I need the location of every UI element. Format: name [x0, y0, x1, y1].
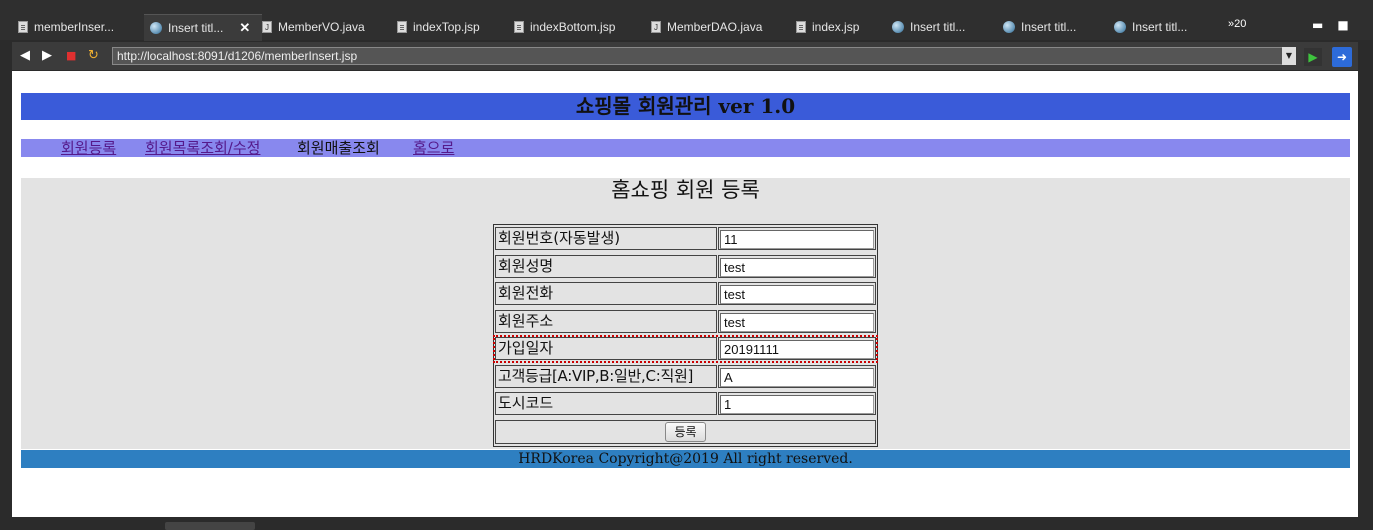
tab-indextop-jsp[interactable]: indexTop.jsp	[397, 14, 480, 40]
form-row-member-address: 회원주소	[494, 308, 877, 336]
menu-member-sales: 회원매출조회	[297, 139, 380, 157]
tab-label: Insert titl...	[1021, 20, 1077, 34]
tab-label: index.jsp	[812, 20, 860, 34]
field-label: 도시코드	[495, 392, 717, 415]
member-no-input[interactable]	[720, 230, 874, 249]
globe-icon	[892, 21, 904, 33]
field-label: 회원주소	[495, 309, 717, 333]
field-cell	[718, 337, 876, 360]
tab-insert-title-3[interactable]: Insert titl...	[1003, 14, 1076, 40]
globe-icon	[1114, 21, 1126, 33]
refresh-icon[interactable]: ↻	[88, 49, 99, 63]
tab-index-jsp[interactable]: index.jsp	[796, 14, 859, 40]
form-row-member-name: 회원성명	[494, 253, 877, 281]
open-external-icon[interactable]: ➜	[1332, 47, 1352, 67]
editor-tab-bar: memberInser... Insert titl... ✕ MemberVO…	[0, 0, 1373, 41]
tab-label: Insert titl...	[168, 21, 224, 35]
tab-label: Insert titl...	[1132, 20, 1188, 34]
tab-insert-title-2[interactable]: Insert titl...	[892, 14, 965, 40]
tab-insert-title-active[interactable]: Insert titl... ✕	[144, 14, 262, 41]
java-file-icon	[651, 21, 661, 33]
city-code-input[interactable]	[720, 395, 874, 414]
java-file-icon	[262, 21, 272, 33]
forward-arrow-icon[interactable]: ▶	[42, 49, 52, 63]
field-cell	[718, 392, 876, 415]
jsp-file-icon	[18, 21, 28, 33]
field-label: 회원성명	[495, 254, 717, 278]
form-row-member-phone: 회원전화	[494, 280, 877, 308]
member-address-input[interactable]	[720, 312, 874, 332]
tab-membervo-java[interactable]: MemberVO.java	[262, 14, 365, 40]
jsp-file-icon	[796, 21, 806, 33]
browser-viewport: 쇼핑몰 회원관리 ver 1.0 회원등록 회원목록조회/수정 회원매출조회 홈…	[12, 71, 1358, 517]
form-row-grade: 고객등급[A:VIP,B:일반,C:직원]	[494, 363, 877, 391]
field-cell	[718, 227, 876, 250]
section-title: 홈쇼핑 회원 등록	[611, 178, 760, 202]
menu-member-list-edit[interactable]: 회원목록조회/수정	[145, 139, 260, 157]
browser-toolbar: ◀ ▶ ■ ↻ http://localhost:8091/d1206/memb…	[12, 42, 1358, 70]
form-row-submit: 등록	[494, 418, 877, 446]
field-cell	[718, 254, 876, 278]
jsp-file-icon	[397, 21, 407, 33]
tab-insert-title-4[interactable]: Insert titl...	[1114, 14, 1187, 40]
back-arrow-icon[interactable]: ◀	[20, 49, 30, 63]
close-icon[interactable]: ✕	[239, 20, 250, 36]
tab-label: indexTop.jsp	[413, 20, 480, 34]
field-cell	[718, 364, 876, 388]
member-form: 회원번호(자동발생) 회원성명 회원전화 회원주소 가입일자 고객등급[A:VI…	[493, 224, 878, 447]
page-header: 쇼핑몰 회원관리 ver 1.0	[21, 93, 1350, 120]
tab-label: MemberVO.java	[278, 20, 365, 34]
field-label: 회원번호(자동발생)	[495, 227, 717, 250]
join-date-input[interactable]	[720, 340, 874, 359]
tab-member-insert-jsp[interactable]: memberInser...	[18, 14, 114, 40]
horizontal-scrollbar[interactable]	[165, 522, 255, 530]
form-row-city-code: 도시코드	[494, 390, 877, 418]
tab-label: MemberDAO.java	[667, 20, 763, 34]
menu-home[interactable]: 홈으로	[413, 139, 454, 157]
url-dropdown-icon[interactable]: ▼	[1282, 47, 1296, 65]
field-cell	[718, 309, 876, 333]
page-footer: HRDKorea Copyright@2019 All right reserv…	[21, 450, 1350, 468]
register-button[interactable]: 등록	[665, 421, 706, 442]
tab-label: Insert titl...	[910, 20, 966, 34]
tab-overflow-button[interactable]: »20	[1228, 18, 1246, 30]
tab-label: memberInser...	[34, 20, 115, 34]
grade-input[interactable]	[720, 367, 874, 387]
form-row-join-date: 가입일자	[493, 335, 878, 363]
member-phone-input[interactable]	[720, 285, 874, 304]
field-label: 가입일자	[495, 337, 717, 360]
globe-icon	[150, 22, 162, 34]
register-section: 홈쇼핑 회원 등록 회원번호(자동발생) 회원성명 회원전화 회원주소 가입일자	[21, 178, 1350, 449]
submit-cell: 등록	[495, 419, 876, 444]
maximize-icon[interactable]: ■	[1337, 18, 1348, 32]
minimize-icon[interactable]: ▬	[1312, 18, 1323, 32]
form-row-member-no: 회원번호(자동발생)	[494, 225, 877, 253]
globe-icon	[1003, 21, 1015, 33]
tab-label: indexBottom.jsp	[530, 20, 616, 34]
tab-memberdao-java[interactable]: MemberDAO.java	[651, 14, 762, 40]
jsp-file-icon	[514, 21, 524, 33]
field-cell	[718, 282, 876, 305]
url-input[interactable]: http://localhost:8091/d1206/memberInsert…	[112, 47, 1296, 65]
member-name-input[interactable]	[720, 257, 874, 277]
field-label: 회원전화	[495, 282, 717, 305]
tab-indexbottom-jsp[interactable]: indexBottom.jsp	[514, 14, 615, 40]
field-label: 고객등급[A:VIP,B:일반,C:직원]	[495, 364, 717, 388]
menu-member-register[interactable]: 회원등록	[61, 139, 116, 157]
go-icon[interactable]: ▶	[1304, 48, 1322, 66]
window-controls: ▬ ■	[1312, 18, 1349, 32]
main-menu: 회원등록 회원목록조회/수정 회원매출조회 홈으로	[21, 139, 1350, 157]
stop-icon[interactable]: ■	[66, 49, 76, 63]
